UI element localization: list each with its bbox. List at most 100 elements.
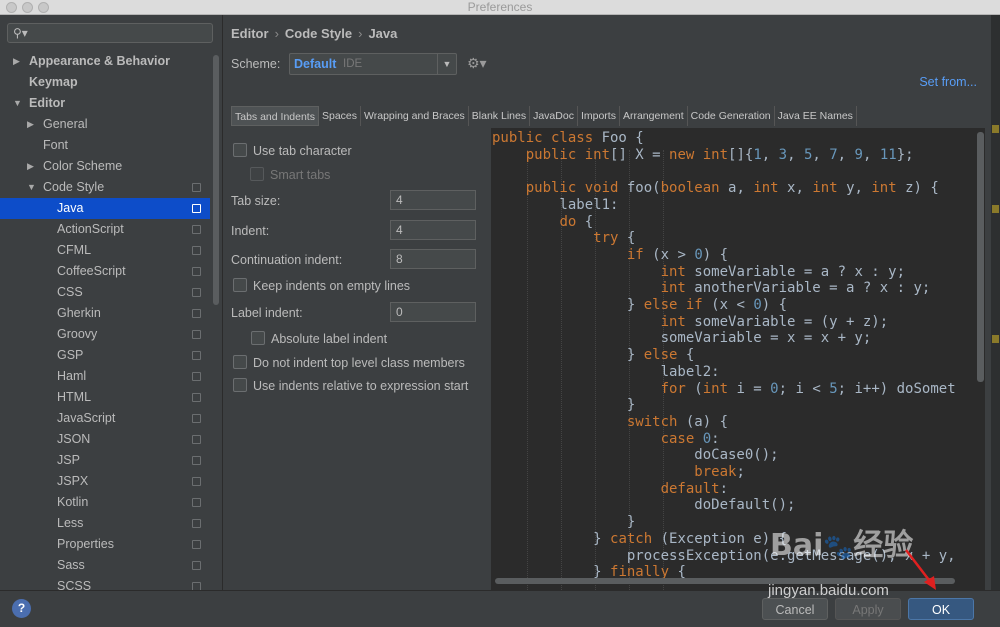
- code-line: public void foo(boolean a, int x, int y,…: [492, 180, 956, 197]
- indent-field[interactable]: 4: [390, 220, 476, 240]
- sidebar-item-haml[interactable]: Haml: [0, 366, 210, 387]
- tab-imports[interactable]: Imports: [577, 106, 620, 126]
- checkbox-box[interactable]: [250, 167, 264, 181]
- smart-tabs-checkbox[interactable]: Smart tabs: [250, 167, 330, 183]
- code-token: ) {: [702, 246, 729, 263]
- code-line: doDefault();: [492, 497, 956, 514]
- chevron-right-icon[interactable]: ▶: [27, 156, 34, 177]
- copy-icon: [192, 435, 201, 444]
- ok-button[interactable]: OK: [908, 598, 974, 620]
- tab-spaces[interactable]: Spaces: [318, 106, 362, 126]
- sidebar-item-json[interactable]: JSON: [0, 429, 210, 450]
- sidebar-item-groovy[interactable]: Groovy: [0, 324, 210, 345]
- scheme-dropdown[interactable]: Default IDE ▼: [289, 53, 457, 75]
- sidebar-item-javascript[interactable]: JavaScript: [0, 408, 210, 429]
- checkbox-box[interactable]: [233, 378, 247, 392]
- tab-blank-lines[interactable]: Blank Lines: [468, 106, 531, 126]
- sidebar-item-appearance-behavior[interactable]: ▶ Appearance & Behavior: [0, 51, 210, 72]
- code-token: 0: [753, 297, 762, 314]
- code-token: }: [492, 297, 644, 314]
- chevron-down-icon[interactable]: ▼: [437, 54, 456, 74]
- code-line: label2:: [492, 364, 956, 381]
- use-tab-character-checkbox[interactable]: Use tab character: [233, 143, 352, 159]
- copy-icon: [192, 477, 201, 486]
- sidebar-item-jsp[interactable]: JSP: [0, 450, 210, 471]
- chevron-right-icon[interactable]: ▶: [13, 51, 20, 72]
- sidebar-item-color-scheme[interactable]: ▶ Color Scheme: [0, 156, 210, 177]
- checkbox-box[interactable]: [233, 143, 247, 157]
- sidebar-item-html[interactable]: HTML: [0, 387, 210, 408]
- code-token: int: [753, 180, 788, 197]
- tab-javadoc[interactable]: JavaDoc: [530, 106, 578, 126]
- background-marker: [992, 125, 999, 133]
- absolute-label-indent-checkbox[interactable]: Absolute label indent: [251, 331, 387, 347]
- code-token: 7: [829, 146, 838, 163]
- tab-size-field[interactable]: 4: [390, 190, 476, 210]
- sidebar-item-java[interactable]: Java: [0, 198, 210, 219]
- sidebar-item-less[interactable]: Less: [0, 513, 210, 534]
- sidebar-item-font[interactable]: Font: [0, 135, 210, 156]
- sidebar-item-sass[interactable]: Sass: [0, 555, 210, 576]
- code-token: {: [685, 347, 695, 364]
- search-icon: ⚲▾: [13, 26, 28, 40]
- gear-icon[interactable]: ⚙▾: [467, 55, 487, 72]
- sidebar-item-code-style[interactable]: ▼ Code Style: [0, 177, 210, 198]
- checkbox-label: Smart tabs: [270, 168, 331, 182]
- tab-java-ee-names[interactable]: Java EE Names: [774, 106, 857, 126]
- cancel-button[interactable]: Cancel: [762, 598, 828, 620]
- sidebar-item-kotlin[interactable]: Kotlin: [0, 492, 210, 513]
- window-title: Preferences: [467, 0, 533, 14]
- label-indent-field[interactable]: 0: [390, 302, 476, 322]
- code-preview-text: public class Foo { public int[] X = new …: [492, 130, 956, 581]
- set-from-link[interactable]: Set from...: [919, 75, 977, 89]
- copy-icon: [192, 183, 201, 192]
- editor-vertical-scrollbar[interactable]: [977, 132, 984, 382]
- checkbox-label: Keep indents on empty lines: [253, 279, 411, 293]
- code-line: int anotherVariable = a ? x : y;: [492, 280, 956, 297]
- keep-indents-checkbox[interactable]: Keep indents on empty lines: [233, 278, 410, 294]
- chevron-down-icon[interactable]: ▼: [27, 177, 36, 198]
- code-token: 9: [854, 146, 863, 163]
- sidebar-item-label: JavaScript: [57, 411, 116, 425]
- help-icon[interactable]: ?: [12, 599, 31, 618]
- sidebar-item-css[interactable]: CSS: [0, 282, 210, 303]
- chevron-down-icon[interactable]: ▼: [13, 93, 22, 114]
- sidebar-item-jspx[interactable]: JSPX: [0, 471, 210, 492]
- apply-button[interactable]: Apply: [835, 598, 901, 620]
- sidebar-item-scss[interactable]: SCSS: [0, 576, 210, 590]
- chevron-right-icon[interactable]: ▶: [27, 114, 34, 135]
- sidebar-item-properties[interactable]: Properties: [0, 534, 210, 555]
- tab-code-generation[interactable]: Code Generation: [687, 106, 775, 126]
- tab-tabs-and-indents[interactable]: Tabs and Indents: [231, 106, 319, 126]
- copy-icon: [192, 561, 201, 570]
- sidebar-item-gherkin[interactable]: Gherkin: [0, 303, 210, 324]
- checkbox-box[interactable]: [233, 278, 247, 292]
- code-line: try {: [492, 230, 956, 247]
- sidebar-item-general[interactable]: ▶ General: [0, 114, 210, 135]
- sidebar-item-gsp[interactable]: GSP: [0, 345, 210, 366]
- settings-tree: ▶ Appearance & Behavior Keymap ▼ Editor ▶ Gene…: [0, 51, 210, 590]
- checkbox-box[interactable]: [233, 355, 247, 369]
- code-token: public class: [492, 130, 602, 146]
- sidebar-item-actionscript[interactable]: ActionScript: [0, 219, 210, 240]
- code-token: break: [694, 464, 737, 481]
- settings-search-input[interactable]: ⚲▾: [7, 23, 213, 43]
- continuation-indent-field[interactable]: 8: [390, 249, 476, 269]
- breadcrumb-separator: ›: [358, 26, 363, 41]
- no-indent-top-level-checkbox[interactable]: Do not indent top level class members: [233, 355, 465, 371]
- copy-icon: [192, 582, 201, 590]
- tab-wrapping-and-braces[interactable]: Wrapping and Braces: [361, 106, 469, 126]
- code-style-tabs: Tabs and Indents Spaces Wrapping and Brace…: [231, 106, 857, 126]
- sidebar-item-cfml[interactable]: CFML: [0, 240, 210, 261]
- sidebar-item-coffeescript[interactable]: CoffeeScript: [0, 261, 210, 282]
- tab-arrangement[interactable]: Arrangement: [619, 106, 688, 126]
- sidebar-item-keymap[interactable]: Keymap: [0, 72, 210, 93]
- sidebar-item-editor[interactable]: ▼ Editor: [0, 93, 210, 114]
- checkbox-box[interactable]: [251, 331, 265, 345]
- scheme-sub: IDE: [343, 58, 363, 70]
- sidebar-scrollbar[interactable]: [213, 55, 219, 305]
- relative-indents-checkbox[interactable]: Use indents relative to expression start: [233, 378, 468, 394]
- sidebar-item-label: CoffeeScript: [57, 264, 126, 278]
